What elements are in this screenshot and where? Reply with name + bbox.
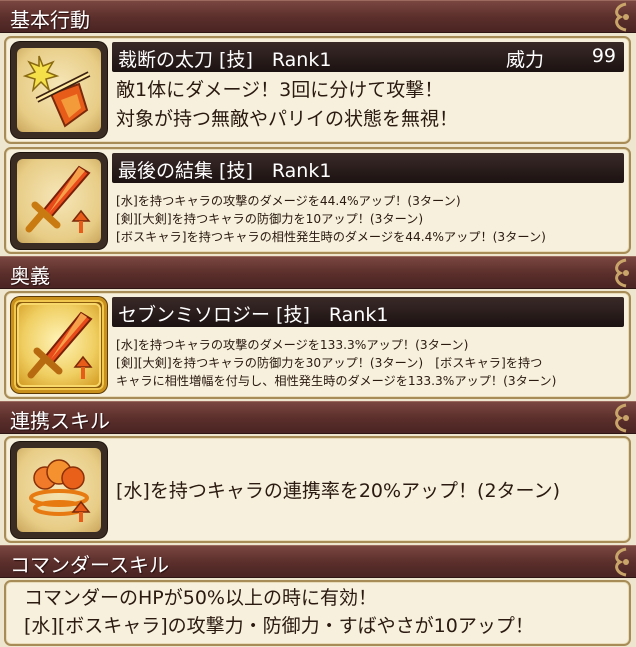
- section-title: コマンダースキル: [10, 553, 169, 577]
- section-header-basic: 基本行動: [0, 0, 636, 33]
- skill-name-bar: 最後の結集 [技] Rank1: [112, 153, 624, 183]
- skill-icon-frame: [11, 42, 107, 138]
- section-title: 基本行動: [10, 8, 90, 32]
- skill-name: 裁断の太刀 [技] Rank1: [118, 49, 332, 71]
- sword-up-gold-icon: [27, 311, 93, 379]
- description-line: 敵1体にダメージ！3回に分けて攻撃！: [116, 79, 444, 101]
- renkei-card[interactable]: [水]を持つキャラの連携率を20%アップ！(2ターン): [4, 436, 631, 543]
- section-header-renkei: 連携スキル: [0, 401, 636, 434]
- description-line: コマンダーのHPが50%以上の時に有効！: [24, 587, 377, 609]
- commander-description: コマンダーのHPが50%以上の時に有効！ [水][ボスキャラ]の攻撃力・防御力・す…: [24, 584, 534, 640]
- skill-description: [水]を持つキャラの攻撃のダメージを44.4%アップ！(3ターン) [剣][大剣]…: [116, 192, 546, 246]
- commander-card[interactable]: コマンダーのHPが50%以上の時に有効！ [水][ボスキャラ]の攻撃力・防御力・す…: [4, 580, 631, 646]
- skill-description: [水]を持つキャラの攻撃のダメージを133.3%アップ！(3ターン) [剣][大剣…: [116, 336, 556, 390]
- scroll-ornament-icon: [615, 258, 629, 288]
- skill-description: 敵1体にダメージ！3回に分けて攻撃！ 対象が持つ無敵やパリイの状態を無視！: [116, 76, 458, 134]
- skill-icon-frame: [11, 442, 107, 538]
- description-line: [剣][大剣]を持つキャラの防御力を30アップ！(3ターン) [ボスキャラ]を持…: [116, 356, 543, 370]
- section-title: 奥義: [10, 264, 50, 288]
- skill-card-1[interactable]: 裁断の太刀 [技] Rank1 威力 99 敵1体にダメージ！3回に分けて攻撃！…: [4, 36, 631, 144]
- scroll-ornament-icon: [615, 547, 629, 577]
- skill-name: 最後の結集 [技] Rank1: [118, 160, 332, 182]
- description-line: [水]を持つキャラの攻撃のダメージを133.3%アップ！(3ターン): [116, 338, 469, 352]
- ougi-card[interactable]: セブンミソロジー [技] Rank1 [水]を持つキャラの攻撃のダメージを133…: [4, 291, 631, 399]
- renkei-description: [水]を持つキャラの連携率を20%アップ！(2ターン): [116, 480, 561, 502]
- description-line: [ボスキャラ]を持つキャラの相性発生時のダメージを44.4%アップ！(3ターン): [116, 230, 546, 244]
- ougi-icon-frame: [11, 297, 107, 393]
- scroll-ornament-icon: [615, 403, 629, 433]
- scroll-ornament-icon: [615, 2, 629, 32]
- section-title: 連携スキル: [10, 409, 110, 433]
- power-value: 99: [591, 45, 616, 67]
- description-line: キャラに相性増幅を付与し、相性発生時のダメージを133.3%アップ！(3ターン): [116, 374, 557, 388]
- skill-icon-frame: [11, 153, 107, 249]
- description-line: [剣][大剣]を持つキャラの防御力を10アップ！(3ターン): [116, 212, 424, 226]
- power-label: 威力: [505, 49, 544, 71]
- skill-name: セブンミソロジー [技] Rank1: [118, 304, 389, 326]
- skill-card-2[interactable]: 最後の結集 [技] Rank1 [水]を持つキャラの攻撃のダメージを44.4%ア…: [4, 147, 631, 254]
- section-header-commander: コマンダースキル: [0, 545, 636, 578]
- description-line: [水][ボスキャラ]の攻撃力・防御力・すばやさが10アップ！: [24, 615, 534, 637]
- skill-name-bar: セブンミソロジー [技] Rank1: [112, 297, 624, 327]
- skill-name-bar: 裁断の太刀 [技] Rank1 威力 99: [112, 42, 624, 72]
- section-header-ougi: 奥義: [0, 256, 636, 289]
- fire-rings-up-icon: [29, 459, 91, 522]
- description-line: [水]を持つキャラの攻撃のダメージを44.4%アップ！(3ターン): [116, 194, 461, 208]
- description-line: 対象が持つ無敵やパリイの状態を無視！: [116, 108, 459, 130]
- sword-up-icon: [25, 165, 91, 233]
- slash-shield-icon: [22, 55, 91, 128]
